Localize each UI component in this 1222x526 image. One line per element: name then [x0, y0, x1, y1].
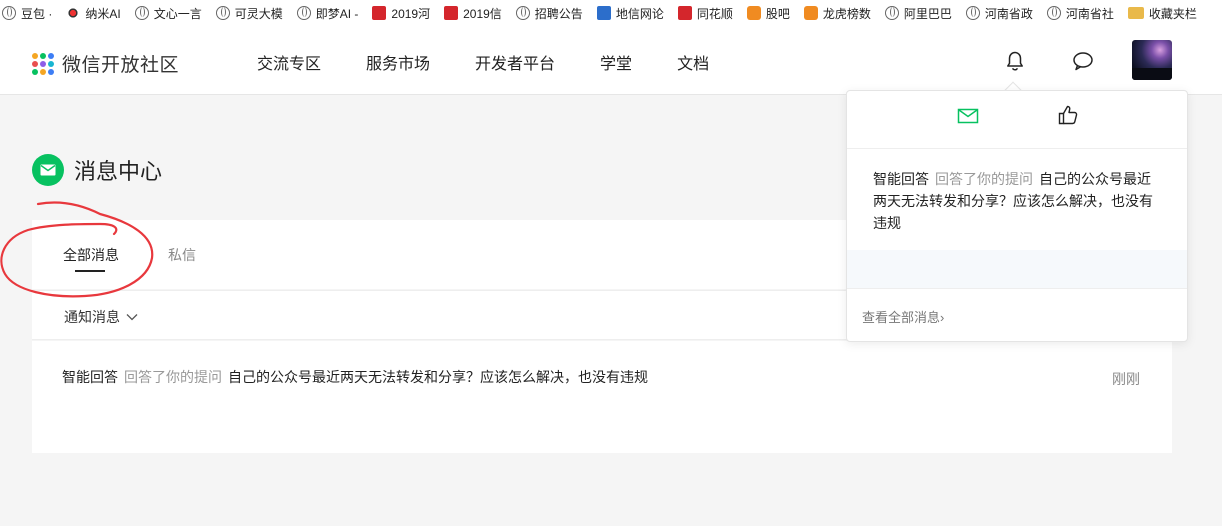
- bookmark-item[interactable]: 豆包 ·: [2, 5, 52, 22]
- nav-item-exchange[interactable]: 交流专区: [257, 50, 321, 74]
- avatar[interactable]: [1132, 40, 1172, 80]
- popup-message-item[interactable]: 智能回答 回答了你的提问 自己的公众号最近两天无法转发和分享？应该怎么解决，也没有违…: [847, 150, 1187, 288]
- orange-badge-icon: [803, 6, 818, 20]
- nav-item-academy[interactable]: 学堂: [600, 50, 632, 74]
- filter-label: 通知消息: [64, 309, 120, 325]
- globe-icon: [296, 6, 311, 20]
- chevron-right-icon: ›: [940, 310, 945, 325]
- bookmark-item[interactable]: 招聘公告: [515, 5, 583, 22]
- main-nav: 交流专区 服务市场 开发者平台 学堂 文档: [257, 50, 754, 74]
- site-header: 微信开放社区 交流专区 服务市场 开发者平台 学堂 文档: [0, 26, 1222, 95]
- nav-item-developer-platform[interactable]: 开发者平台: [475, 50, 555, 74]
- bookmark-item[interactable]: 同花顺: [677, 5, 733, 22]
- thumbs-up-icon[interactable]: [1057, 104, 1079, 126]
- popup-message-shade: [847, 250, 1187, 288]
- tab-all-messages[interactable]: 全部消息: [63, 245, 119, 272]
- globe-icon: [134, 6, 149, 20]
- bookmark-item[interactable]: 2019河: [372, 5, 430, 22]
- bookmark-item[interactable]: 可灵大模: [215, 5, 283, 22]
- bookmark-item[interactable]: 即梦AI -: [296, 5, 358, 22]
- view-all-messages-link[interactable]: 查看全部消息›: [862, 307, 944, 326]
- bookmark-item[interactable]: 文心一言: [134, 5, 202, 22]
- message-subject[interactable]: 自己的公众号最近两天无法转发和分享？应该怎么解决，也没有违规: [228, 369, 648, 385]
- folder-icon: [1127, 7, 1144, 19]
- popup-message-action: 回答了你的提问: [935, 171, 1033, 187]
- nav-item-docs[interactable]: 文档: [677, 50, 709, 74]
- notification-filter-dropdown[interactable]: 通知消息: [64, 307, 138, 327]
- red-badge-icon: [372, 6, 387, 20]
- bookmark-item[interactable]: 地信网论: [596, 5, 664, 22]
- chat-bubble-icon[interactable]: [1071, 50, 1095, 72]
- orange-badge-icon: [746, 6, 761, 20]
- popup-footer: 查看全部消息›: [847, 288, 1187, 342]
- globe-icon: [515, 6, 530, 20]
- site-logo[interactable]: 微信开放社区: [32, 50, 179, 77]
- message-list: 智能回答 回答了你的提问 自己的公众号最近两天无法转发和分享？应该怎么解决，也没有违…: [32, 341, 1172, 453]
- bookmark-item[interactable]: 2019信: [444, 5, 502, 22]
- page-title-text: 消息中心: [74, 159, 163, 184]
- bookmark-item[interactable]: 收藏夹栏: [1127, 5, 1197, 22]
- globe-icon: [884, 6, 899, 20]
- chevron-down-icon: [126, 314, 138, 321]
- mail-icon: [32, 154, 64, 186]
- notification-popup: 智能回答 回答了你的提问 自己的公众号最近两天无法转发和分享？应该怎么解决，也没有违…: [846, 90, 1188, 342]
- red-badge-icon: [677, 6, 692, 20]
- bookmark-item[interactable]: 龙虎榜数: [803, 5, 871, 22]
- globe-icon: [965, 6, 980, 20]
- bookmark-item[interactable]: 纳米AI: [66, 5, 121, 22]
- popup-tabs: [847, 91, 1187, 149]
- message-time: 刚刚: [1112, 371, 1140, 387]
- logo-text: 微信开放社区: [62, 55, 180, 76]
- message-sender[interactable]: 智能回答: [62, 369, 118, 385]
- popup-message-sender[interactable]: 智能回答: [873, 171, 929, 187]
- bookmark-item[interactable]: 河南省政: [965, 5, 1033, 22]
- bookmark-item[interactable]: 阿里巴巴: [884, 5, 952, 22]
- message-action: 回答了你的提问: [124, 369, 222, 385]
- nami-icon: [66, 6, 81, 20]
- globe-icon: [215, 6, 230, 20]
- page-title: 消息中心: [32, 154, 162, 186]
- globe-icon: [1046, 6, 1061, 20]
- list-item[interactable]: 智能回答 回答了你的提问 自己的公众号最近两天无法转发和分享？应该怎么解决，也没有违…: [62, 367, 648, 387]
- tab-private-messages[interactable]: 私信: [168, 245, 196, 265]
- nav-item-service-market[interactable]: 服务市场: [366, 50, 430, 74]
- bookmarks-bar: 豆包 · 纳米AI 文心一言 可灵大模 即梦AI - 2019河 2019信 招…: [0, 0, 1222, 26]
- bookmark-item[interactable]: 股吧: [746, 5, 790, 22]
- logo-dots-icon: [32, 52, 54, 75]
- bookmark-item[interactable]: 河南省社: [1046, 5, 1114, 22]
- blue-badge-icon: [596, 6, 611, 20]
- mail-tab-icon[interactable]: [957, 106, 979, 126]
- red-badge-icon: [444, 6, 459, 20]
- globe-icon: [2, 6, 16, 20]
- bell-icon[interactable]: [1004, 50, 1026, 72]
- popup-message-text: 智能回答 回答了你的提问 自己的公众号最近两天无法转发和分享？应该怎么解决，也没有违…: [873, 168, 1163, 234]
